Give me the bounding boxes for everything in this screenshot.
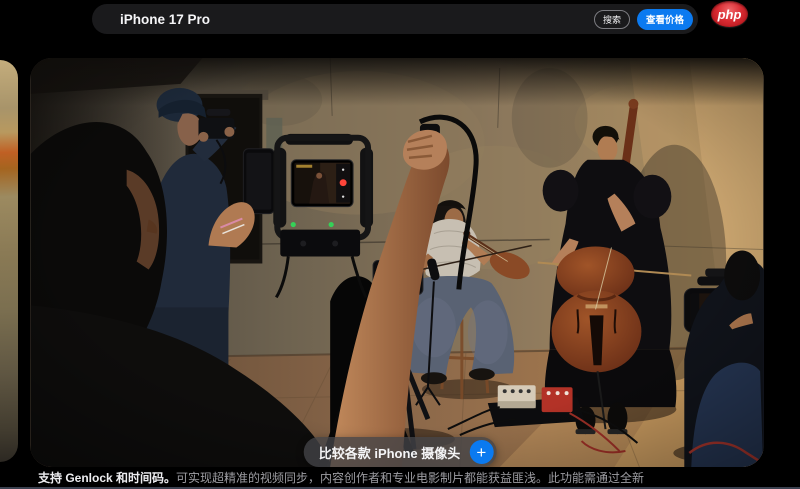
search-button[interactable]: 搜索 <box>594 10 630 29</box>
feature-caption-bold: 支持 Genlock 和时间码。 <box>38 471 176 485</box>
view-price-button[interactable]: 查看价格 <box>637 9 693 30</box>
previous-slide-edge[interactable] <box>0 60 18 462</box>
search-input[interactable] <box>92 11 502 28</box>
feature-caption: 支持 Genlock 和时间码。可实现超精准的视频同步，内容创作者和专业电影制片… <box>38 470 794 486</box>
plus-icon[interactable]: + <box>469 440 493 464</box>
compare-cameras-label: 比较各款 iPhone 摄像头 <box>319 443 461 462</box>
compare-cameras-button[interactable]: 比较各款 iPhone 摄像头 + <box>304 437 497 467</box>
vignette-overlay <box>31 58 763 467</box>
search-bar: 搜索 查看价格 <box>92 4 698 34</box>
hero-photo-illustration <box>30 58 764 467</box>
search-bar-actions: 搜索 查看价格 <box>594 9 693 30</box>
hero-photo <box>30 58 764 467</box>
page: 搜索 查看价格 php <box>0 0 800 489</box>
php-logo[interactable]: php <box>711 1 748 27</box>
feature-caption-text: 可实现超精准的视频同步，内容创作者和专业电影制片都能获益匪浅。此功能需通过全新 <box>176 471 644 485</box>
